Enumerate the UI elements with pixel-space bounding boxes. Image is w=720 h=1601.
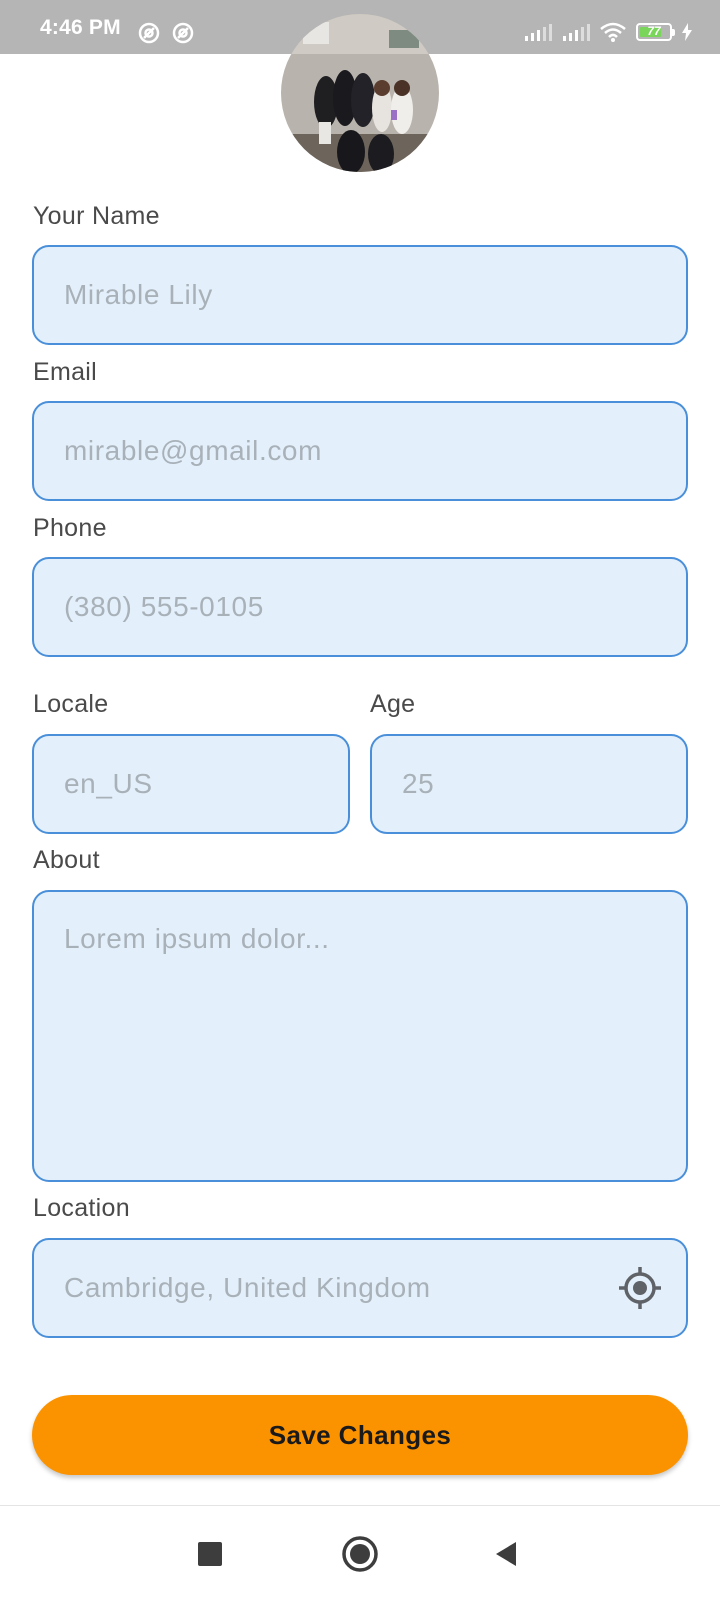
my-location-icon[interactable]	[618, 1266, 662, 1310]
save-changes-button[interactable]: Save Changes	[32, 1395, 688, 1475]
locale-input[interactable]	[32, 734, 350, 834]
about-label: About	[33, 846, 100, 874]
status-notification-icons	[138, 22, 194, 44]
home-circle-icon	[342, 1536, 378, 1572]
age-input[interactable]	[370, 734, 688, 834]
charging-icon	[682, 23, 692, 41]
phone-label: Phone	[33, 514, 107, 542]
location-input[interactable]	[32, 1238, 688, 1338]
system-nav-bar	[0, 1505, 720, 1601]
profile-photo-icon	[281, 14, 439, 172]
battery-icon: 77	[636, 23, 675, 41]
location-label: Location	[33, 1194, 130, 1222]
recents-square-icon	[198, 1542, 222, 1566]
email-input[interactable]	[32, 401, 688, 501]
back-button[interactable]	[483, 1531, 529, 1577]
about-textarea[interactable]	[32, 890, 688, 1182]
wifi-icon	[600, 22, 626, 42]
status-system-icons: 77	[524, 22, 692, 42]
name-input[interactable]	[32, 245, 688, 345]
signal-icon	[525, 24, 552, 41]
back-triangle-icon	[496, 1542, 516, 1566]
phone-input[interactable]	[32, 557, 688, 657]
email-label: Email	[33, 358, 98, 386]
battery-percent: 77	[647, 24, 661, 38]
locale-label: Locale	[33, 690, 109, 718]
home-button[interactable]	[337, 1531, 383, 1577]
age-label: Age	[370, 690, 416, 718]
signal-icon	[563, 24, 590, 41]
notification-at-icon	[172, 22, 194, 44]
status-time: 4:46 PM	[40, 16, 121, 39]
notification-at-icon	[138, 22, 160, 44]
recents-button[interactable]	[187, 1531, 233, 1577]
name-label: Your Name	[33, 202, 160, 230]
profile-avatar[interactable]	[281, 14, 439, 172]
